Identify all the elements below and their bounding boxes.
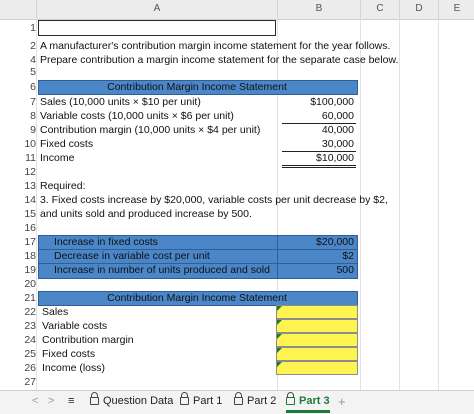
change-label: Increase in number of units produced and… [54,264,270,276]
row-number: 11 [25,152,36,164]
sheet-tab-bar: < > ≡ Question Data Part 1 Part 2 Part 3… [0,390,474,414]
statement-1-label: Sales (10,000 units × $10 per unit) [40,96,201,108]
row-number: 6 [30,81,36,93]
column-d-header[interactable]: D [399,0,438,19]
row-number: 20 [24,278,36,290]
row-number: 15 [24,208,36,220]
double-underline [282,167,356,168]
statement-1-label: Variable costs (10,000 units × $6 per un… [40,110,234,122]
lock-icon [180,392,189,405]
column-e-header[interactable]: E [438,0,474,19]
row-number: 12 [24,166,36,178]
answer-input-fixed-costs[interactable] [276,347,358,361]
cell-comment-marker [277,334,282,339]
answer-input-sales[interactable] [276,305,358,319]
grid-line [438,19,439,390]
row-number: 21 [24,292,36,304]
tab-question-data[interactable]: Question Data [90,391,173,414]
statement-2-label: Fixed costs [42,348,96,360]
intro-line-2: Prepare contribution a margin income sta… [40,54,399,66]
lock-icon [234,392,243,405]
change-label: Increase in fixed costs [54,236,158,248]
row-number: 7 [30,96,36,108]
intro-line-1: A manufacturer's contribution margin inc… [40,40,391,52]
required-line-2: and units sold and produced increase by … [40,208,252,220]
statement-1-value: 60,000 [321,110,354,122]
tab-label: Question Data [103,395,174,407]
row-number: 2 [30,40,36,52]
statement-1-value: 30,000 [321,138,354,150]
statement-2-label: Variable costs [42,320,108,332]
grid-line [399,19,400,390]
change-value: 500 [336,264,354,276]
statement-1-label: Fixed costs [40,138,94,150]
sheet-list-menu-icon[interactable]: ≡ [68,391,74,414]
row-number: 16 [24,222,36,234]
row-number: 24 [24,334,36,346]
row-number: 4 [30,54,36,66]
required-heading: Required: [40,180,86,192]
statement-2-label: Contribution margin [42,334,134,346]
column-header-bar: A B C D E [0,0,474,20]
lock-icon [286,392,295,405]
cell-comment-marker [277,348,282,353]
tab-label: Part 2 [247,395,277,407]
row-number: 22 [24,306,36,318]
selected-cell-a1[interactable] [38,20,276,36]
tab-label: Part 3 [299,395,330,407]
tab-part-1[interactable]: Part 1 [180,391,222,414]
column-c-header[interactable]: C [360,0,399,19]
tab-label: Part 1 [193,395,223,407]
row-number: 18 [24,250,36,262]
row-number: 10 [24,138,36,150]
answer-input-variable-costs[interactable] [276,319,358,333]
column-a-header[interactable]: A [36,0,277,19]
required-line-1: 3. Fixed costs increase by $20,000, vari… [40,194,388,206]
tab-part-2[interactable]: Part 2 [234,391,276,414]
next-sheet-icon[interactable]: > [48,391,54,414]
row-number: 26 [24,362,36,374]
add-sheet-icon[interactable]: + [338,391,346,414]
change-value: $2 [342,250,354,262]
cell-comment-marker [277,306,282,311]
cell-comment-marker [277,320,282,325]
row-number: 5 [30,66,36,78]
grid-line [36,19,37,390]
row-number: 23 [24,320,36,332]
change-label: Decrease in variable cost per unit [54,250,210,262]
row-number: 8 [30,110,36,122]
row-number: 13 [24,180,36,192]
row-number: 25 [24,348,36,360]
answer-input-income[interactable] [276,361,358,375]
statement-1-label: Income [40,152,75,164]
double-underline [282,165,356,166]
lock-icon [90,392,99,405]
statement-2-label: Sales [42,306,69,318]
statement-2-title: Contribution Margin Income Statement [107,292,287,304]
statement-1-label: Contribution margin (10,000 units × $4 p… [40,124,261,136]
row-number: 19 [24,264,36,276]
change-value: $20,000 [316,236,354,248]
column-b-header[interactable]: B [277,0,360,19]
cell-comment-marker [277,362,282,367]
statement-1-value: $10,000 [316,152,354,164]
changes-divider [277,235,278,279]
row-number: 1 [30,22,36,34]
previous-sheet-icon[interactable]: < [32,391,38,414]
row-number: 9 [30,124,36,136]
row-number: 17 [24,236,36,248]
statement-1-value: $100,000 [310,96,354,108]
row-number: 14 [24,194,36,206]
answer-input-contribution-margin[interactable] [276,333,358,347]
tab-part-3[interactable]: Part 3 [286,391,330,413]
statement-1-value: 40,000 [321,124,354,136]
statement-1-title: Contribution Margin Income Statement [107,81,287,93]
statement-2-label: Income (loss) [42,362,106,374]
row-number: 27 [24,376,36,388]
